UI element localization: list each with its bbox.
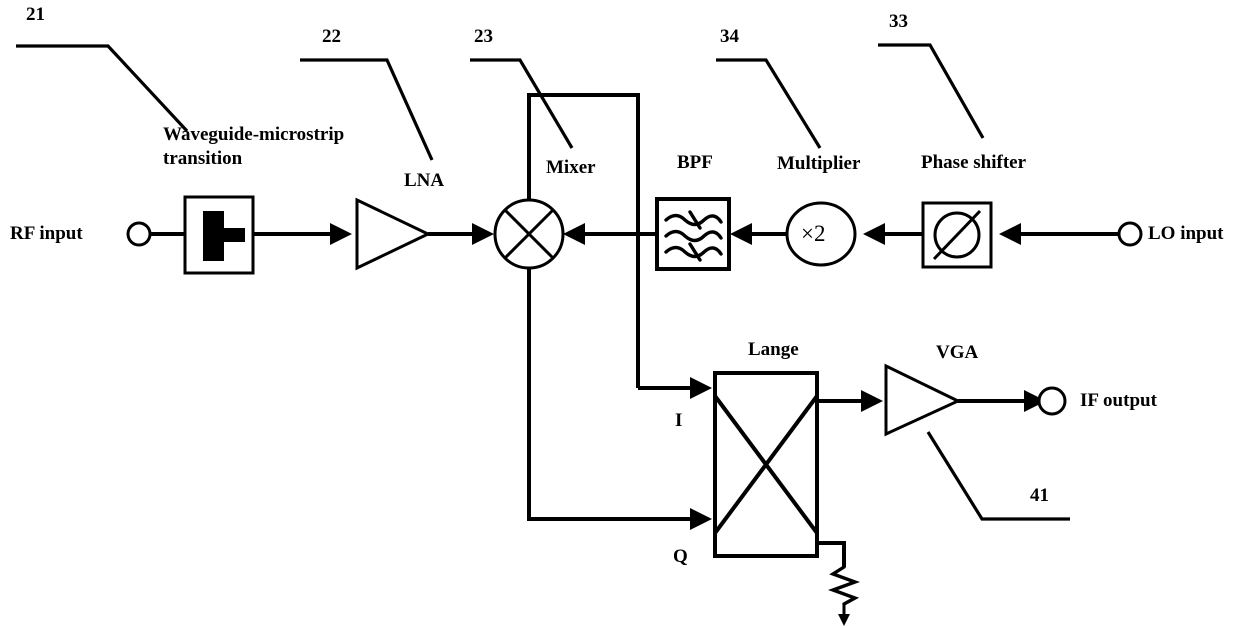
vga-amplifier-triangle-icon — [884, 363, 962, 437]
wire-lange-to-termination — [817, 541, 846, 567]
if-output-terminal-icon — [1037, 386, 1067, 416]
vga-label: VGA — [936, 342, 979, 363]
arrow-into-mixer — [472, 223, 494, 245]
if-output-label: IF output — [1080, 390, 1157, 411]
phase-shifter-label: Phase shifter — [921, 152, 1027, 173]
reference-numeral-33: 33 — [889, 11, 908, 32]
arrow-into-vga — [861, 390, 883, 412]
resistor-zigzag-icon — [828, 565, 860, 606]
waveguide-transition-label-line2: transition — [163, 148, 243, 169]
diagram-vector-layer — [16, 43, 1143, 626]
lo-input-terminal-icon — [1117, 221, 1143, 247]
wire-mixer-to-q-branch — [527, 268, 690, 521]
lna-label: LNA — [404, 170, 445, 191]
reference-numeral-23: 23 — [474, 26, 493, 47]
lange-label: Lange — [748, 339, 799, 360]
leader-line-34 — [716, 58, 822, 149]
arrow-into-multiplier — [863, 223, 885, 245]
waveguide-transition-label-line1: Waveguide-microstrip — [163, 124, 345, 145]
arrow-into-phaseshifter — [999, 223, 1021, 245]
lna-amplifier-triangle-icon — [355, 197, 432, 271]
mixer-label: Mixer — [546, 157, 596, 178]
q-branch-label: Q — [673, 546, 688, 567]
reference-numeral-22: 22 — [322, 26, 341, 47]
arrow-into-lna — [330, 223, 352, 245]
waveguide-transition-icon-stub — [203, 228, 245, 242]
arrow-into-lange-q — [690, 508, 712, 530]
leader-line-21 — [16, 44, 189, 133]
rf-input-terminal-icon — [126, 221, 152, 247]
bpf-label: BPF — [677, 152, 713, 173]
ground-arrow-icon — [838, 614, 850, 626]
reference-numeral-21: 21 — [26, 4, 45, 25]
i-branch-label: I — [675, 410, 683, 431]
arrow-into-bpf — [730, 223, 752, 245]
arrow-into-mixer-lo — [563, 223, 585, 245]
arrow-into-lange-i — [690, 377, 712, 399]
rf-input-label: RF input — [10, 223, 83, 244]
multiplier-label: Multiplier — [777, 153, 861, 174]
multiplier-symbol-label: ×2 — [801, 221, 826, 246]
leader-line-33 — [878, 43, 985, 139]
leader-line-23 — [470, 58, 574, 149]
reference-numeral-34: 34 — [720, 26, 739, 47]
block-diagram-canvas: 21 22 23 34 33 41 Waveguide-microstrip t… — [0, 0, 1240, 628]
reference-numeral-41: 41 — [1030, 485, 1049, 506]
lo-input-label: LO input — [1148, 223, 1224, 244]
